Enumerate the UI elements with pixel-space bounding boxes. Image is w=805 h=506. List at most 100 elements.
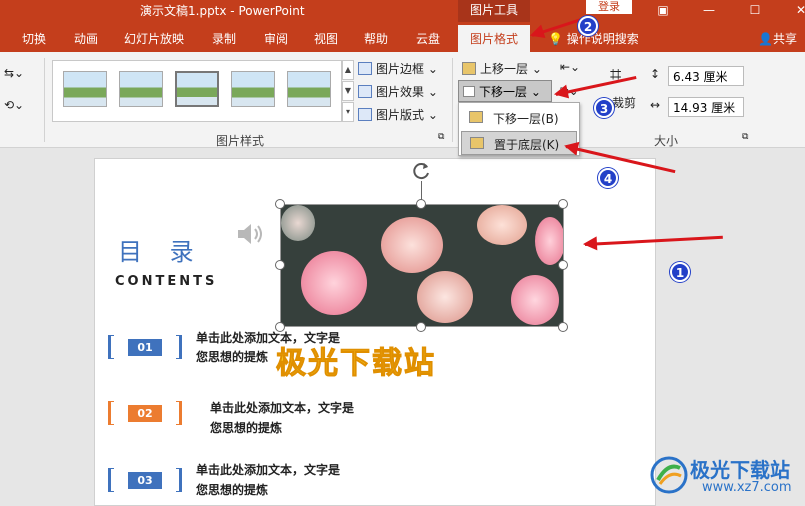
tab-cloud[interactable]: 云盘 (416, 30, 440, 47)
close-icon[interactable]: ✕ (778, 0, 805, 22)
toc-title: 目 录 (118, 238, 204, 266)
menu-item-label: 置于底层(K) (494, 138, 560, 152)
maximize-icon[interactable]: ☐ (732, 0, 778, 22)
resize-handle[interactable] (416, 199, 426, 209)
ribbon-tabs: 切换 动画 幻灯片放映 录制 审阅 视图 帮助 云盘 图片格式 💡 操作说明搜索… (0, 22, 805, 52)
login-button[interactable]: 登录 (586, 0, 632, 14)
item-text-line2: 您思想的提炼 (196, 483, 269, 497)
send-backward-menu: 下移一层(B) 置于底层(K) (458, 102, 580, 156)
resize-handle[interactable] (416, 322, 426, 332)
step-badge-4: 4 (598, 168, 618, 188)
item-text-line2: 您思想的提炼 (196, 350, 269, 364)
resize-handle[interactable] (558, 199, 568, 209)
item-text-line1: 单击此处添加文本，文字是 (210, 401, 355, 415)
dialog-launcher-icon[interactable]: ⧉ (438, 132, 444, 142)
size-dialog-launcher-icon[interactable]: ⧉ (742, 132, 748, 142)
crop-label[interactable]: 裁剪 (612, 94, 636, 111)
rose (301, 251, 367, 315)
bracket-right (176, 468, 182, 492)
style-thumb-3[interactable] (175, 71, 219, 107)
speaker-icon[interactable] (236, 220, 270, 248)
picture-styles-gallery (52, 60, 342, 122)
reset-picture-icon[interactable]: ⟲⌄ (4, 98, 24, 112)
person-icon: 👤 (758, 32, 773, 46)
toc-subtitle: CONTENTS (115, 274, 218, 289)
title-bar: 演示文稿1.pptx - PowerPoint 图片工具 登录 ▣ — ☐ ✕ (0, 0, 805, 22)
send-backward-icon (469, 111, 483, 123)
rotate-handle-icon[interactable] (412, 161, 432, 181)
step-badge-1: 1 (670, 262, 690, 282)
toc-item-3[interactable]: 03 单击此处添加文本，文字是 您思想的提炼 (108, 463, 408, 506)
rose (477, 205, 527, 245)
resize-handle[interactable] (558, 322, 568, 332)
picture-border-button[interactable]: 图片边框 ⌄ (358, 60, 438, 77)
picture-effect-icon (358, 85, 372, 98)
tab-slideshow[interactable]: 幻灯片放映 (124, 30, 184, 47)
rose (417, 271, 473, 323)
width-icon: ↔ (650, 98, 661, 112)
search-label: 操作说明搜索 (566, 32, 639, 46)
tab-review[interactable]: 审阅 (264, 30, 288, 47)
picture-effect-label: 图片效果 (376, 85, 425, 99)
tab-help[interactable]: 帮助 (364, 30, 388, 47)
picture-layout-button[interactable]: 图片版式 ⌄ (358, 106, 438, 123)
tab-animations[interactable]: 动画 (74, 30, 98, 47)
align-icon[interactable]: ⇤⌄ (560, 60, 580, 74)
picture-border-icon (358, 62, 372, 75)
picture-effect-button[interactable]: 图片效果 ⌄ (358, 83, 438, 100)
rose (281, 205, 315, 241)
ribbon-display-icon[interactable]: ▣ (640, 0, 686, 22)
ribbon-body: ⇆⌄ ⟲⌄ ▲ ▼ ▾ 图片边框 ⌄ 图片效果 ⌄ 图片版式 ⌄ 图片样式 ⧉ … (0, 52, 805, 148)
send-to-back-icon (470, 137, 484, 149)
lightbulb-icon: 💡 (548, 32, 567, 46)
gallery-up-icon[interactable]: ▲ (342, 60, 354, 80)
item-text-line1: 单击此处添加文本，文字是 (196, 463, 341, 477)
send-backward-icon (463, 86, 475, 97)
share-button[interactable]: 👤共享 (758, 30, 797, 47)
resize-handle[interactable] (275, 199, 285, 209)
window-title: 演示文稿1.pptx - PowerPoint (140, 4, 305, 18)
resize-handle[interactable] (275, 322, 285, 332)
rose (511, 275, 559, 325)
picture-layout-icon (358, 108, 372, 121)
style-thumb-4[interactable] (231, 71, 275, 107)
picture-border-label: 图片边框 (376, 62, 425, 76)
picture-layout-label: 图片版式 (376, 108, 425, 122)
gallery-down-icon[interactable]: ▼ (342, 81, 354, 101)
item-number: 02 (128, 405, 162, 422)
gallery-more-icon[interactable]: ▾ (342, 102, 354, 122)
rose-picture[interactable] (280, 204, 564, 327)
menu-item-send-to-back[interactable]: 置于底层(K) (461, 131, 577, 155)
resize-handle[interactable] (558, 260, 568, 270)
bracket-right (176, 401, 182, 425)
tab-picture-format[interactable]: 图片格式 (458, 25, 531, 52)
step-badge-3: 3 (594, 98, 614, 118)
minimize-icon[interactable]: — (686, 0, 732, 22)
site-watermark: 极光下载站 www.xz7.com (644, 452, 804, 506)
toc-item-2[interactable]: 02 单击此处添加文本，文字是 您思想的提炼 (108, 399, 408, 439)
bracket-left (108, 401, 114, 425)
rose (381, 217, 443, 273)
bring-forward-button[interactable]: 上移一层 ⌄ (462, 60, 542, 77)
tab-view[interactable]: 视图 (314, 30, 338, 47)
resize-handle[interactable] (275, 260, 285, 270)
item-number: 03 (128, 472, 162, 489)
change-picture-icon[interactable]: ⇆⌄ (4, 66, 24, 80)
overlay-watermark-text: 极光下载站 (276, 346, 436, 382)
send-backward-button[interactable]: 下移一层 ⌄ (458, 80, 552, 102)
rose (535, 217, 563, 265)
tab-record[interactable]: 录制 (212, 30, 236, 47)
styles-group-label: 图片样式 (216, 134, 265, 148)
tab-transitions[interactable]: 切换 (22, 30, 46, 47)
style-thumb-2[interactable] (119, 71, 163, 107)
picture-tools-context-label: 图片工具 (458, 0, 530, 22)
brand-name: 极光下载站 (690, 458, 790, 482)
style-thumb-5[interactable] (287, 71, 331, 107)
aurora-logo-icon (650, 456, 688, 494)
item-text-line2: 您思想的提炼 (210, 421, 283, 435)
style-thumb-1[interactable] (63, 71, 107, 107)
size-group-label: 大小 (654, 134, 679, 148)
height-field[interactable]: 6.43 厘米 (668, 66, 744, 86)
width-field[interactable]: 14.93 厘米 (668, 97, 744, 117)
menu-item-send-backward[interactable]: 下移一层(B) (461, 106, 577, 130)
